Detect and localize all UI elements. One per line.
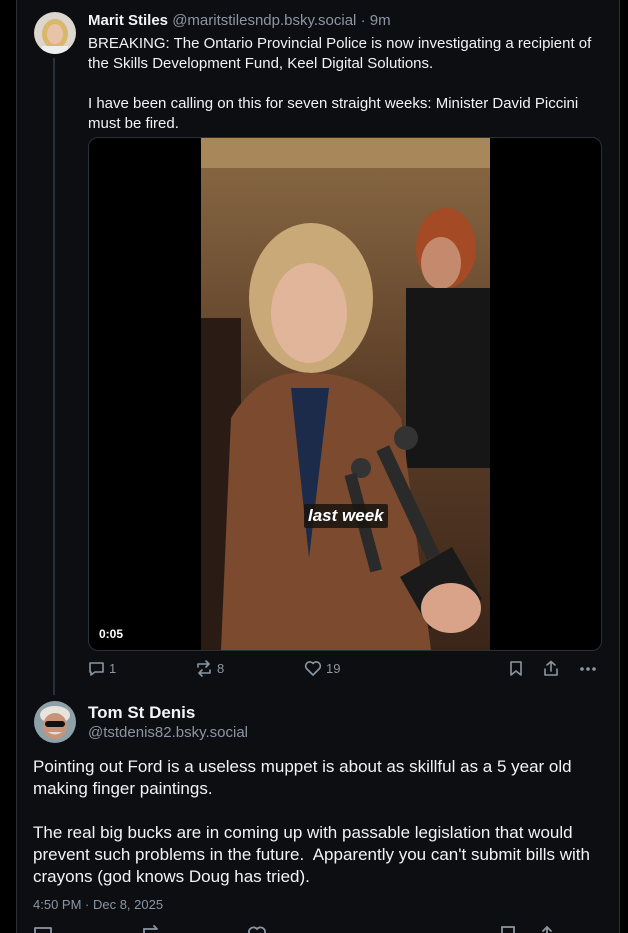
post-actions: 1 8 19	[88, 660, 603, 682]
avatar-image	[34, 701, 76, 743]
author-name[interactable]: Marit Stiles	[88, 12, 168, 29]
reply-author-handle[interactable]: @tstdenis82.bsky.social	[88, 724, 248, 741]
reply-button[interactable]: 1	[88, 660, 116, 677]
reply-icon[interactable]	[33, 925, 53, 933]
post-header: Marit Stiles @maritstilesndp.bsky.social…	[88, 12, 391, 29]
share-icon[interactable]	[537, 925, 557, 933]
repost-icon	[197, 660, 211, 677]
header-separator: ·	[360, 12, 366, 29]
bookmark-button[interactable]	[508, 660, 524, 677]
reply-icon	[89, 662, 104, 676]
like-icon[interactable]	[247, 925, 267, 933]
like-icon	[304, 661, 322, 676]
avatar-image	[34, 12, 76, 54]
reply-post-actions	[33, 925, 613, 933]
bookmark-icon[interactable]	[499, 925, 517, 933]
video-player[interactable]: last week 0:05	[88, 137, 602, 651]
repost-button[interactable]: 8	[195, 660, 224, 677]
like-count: 19	[326, 661, 341, 676]
repost-icon[interactable]	[141, 925, 161, 933]
like-button[interactable]: 19	[304, 660, 340, 677]
share-button[interactable]	[542, 660, 560, 677]
reply-post-body: Pointing out Ford is a useless muppet is…	[33, 757, 590, 886]
post-time-ago[interactable]: 9m	[370, 12, 391, 29]
author-handle[interactable]: @maritstilesndp.bsky.social	[172, 12, 356, 29]
post-body: BREAKING: The Ontario Provincial Police …	[88, 35, 592, 132]
video-caption: last week	[304, 504, 388, 528]
reply-author-name[interactable]: Tom St Denis	[88, 703, 195, 723]
share-icon	[544, 660, 558, 676]
video-frame	[201, 138, 490, 650]
video-timecode: 0:05	[99, 627, 124, 641]
thread-connector-line	[53, 58, 55, 695]
bookmark-icon	[510, 661, 522, 676]
reply-post-timestamp[interactable]: 4:50 PM · Dec 8, 2025	[33, 897, 163, 912]
more-icon	[580, 667, 596, 671]
repost-count: 8	[217, 661, 225, 676]
reply-count: 1	[109, 661, 117, 676]
reply-author-avatar[interactable]	[34, 701, 76, 743]
more-options-button[interactable]	[578, 660, 598, 677]
author-avatar[interactable]	[34, 12, 76, 54]
